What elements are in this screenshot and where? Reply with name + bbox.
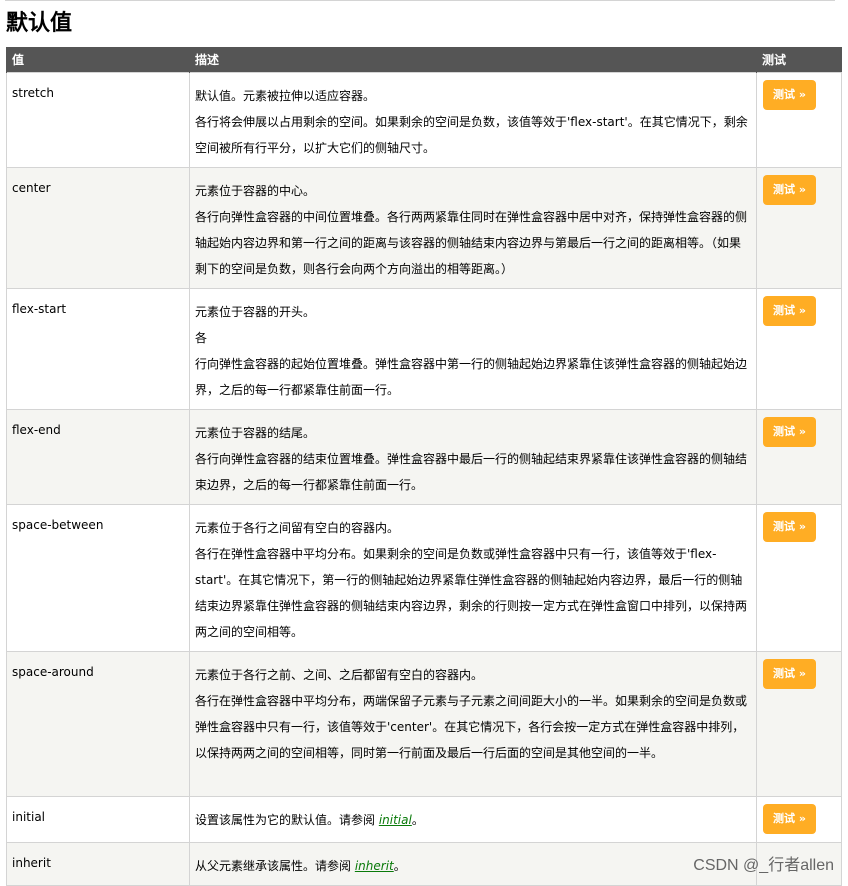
description-text-end: 。 [411, 813, 424, 827]
try-it-button[interactable]: 测试 » [763, 296, 816, 326]
description-cell: 默认值。元素被拉伸以适应容器。 各行将会伸展以占用剩余的空间。如果剩余的空间是负… [189, 72, 757, 168]
value-cell: flex-end [6, 409, 190, 505]
description-line: 各行在弹性盒容器中平均分布。如果剩余的空间是负数或弹性盒容器中只有一行，该值等效… [195, 547, 748, 639]
header-test: 测试 [756, 47, 842, 73]
description-cell: 从父元素继承该属性。请参阅 inherit。 [189, 842, 757, 886]
table-row: center 元素位于容器的中心。 各行向弹性盒容器的中间位置堆叠。各行两两紧靠… [6, 167, 842, 289]
description-line: 元素位于容器的开头。 [195, 305, 316, 319]
header-description: 描述 [189, 47, 757, 73]
description-cell: 元素位于容器的中心。 各行向弹性盒容器的中间位置堆叠。各行两两紧靠住同时在弹性盒… [189, 167, 757, 289]
description-line: 默认值。元素被拉伸以适应容器。 [195, 89, 376, 103]
try-it-button[interactable]: 测试 » [763, 659, 816, 689]
test-cell: 测试 » [756, 504, 842, 652]
description-line: 元素位于容器的中心。 [195, 184, 316, 198]
initial-link[interactable]: initial [379, 813, 412, 827]
description-line: 各行向弹性盒容器的结束位置堆叠。弹性盒容器中最后一行的侧轴起结束界紧靠住该弹性盒… [195, 452, 748, 492]
value-cell: space-between [6, 504, 190, 652]
description-line: 元素位于各行之前、之间、之后都留有空白的容器内。 [195, 668, 484, 682]
value-cell: stretch [6, 72, 190, 168]
description-line: 各行将会伸展以占用剩余的空间。如果剩余的空间是负数，该值等效于'flex-sta… [195, 115, 748, 155]
test-cell: 测试 » [756, 167, 842, 289]
try-it-button[interactable]: 测试 » [763, 512, 816, 542]
try-it-button[interactable]: 测试 » [763, 80, 816, 110]
table-row: flex-start 元素位于容器的开头。 各 行向弹性盒容器的起始位置堆叠。弹… [6, 288, 842, 410]
value-cell: center [6, 167, 190, 289]
table-row: space-around 元素位于各行之前、之间、之后都留有空白的容器内。 各行… [6, 651, 842, 797]
property-values-table: 值 描述 测试 stretch 默认值。元素被拉伸以适应容器。 各行将会伸展以占… [6, 47, 842, 886]
test-cell: 测试 » [756, 72, 842, 168]
description-line: 元素位于容器的结尾。 [195, 426, 316, 440]
try-it-button[interactable]: 测试 » [763, 417, 816, 447]
description-cell: 设置该属性为它的默认值。请参阅 initial。 [189, 796, 757, 843]
header-value: 值 [6, 47, 190, 73]
description-cell: 元素位于容器的开头。 各 行向弹性盒容器的起始位置堆叠。弹性盒容器中第一行的侧轴… [189, 288, 757, 410]
test-cell: 测试 » [756, 409, 842, 505]
table-row: flex-end 元素位于容器的结尾。 各行向弹性盒容器的结束位置堆叠。弹性盒容… [6, 409, 842, 505]
table-row: stretch 默认值。元素被拉伸以适应容器。 各行将会伸展以占用剩余的空间。如… [6, 72, 842, 168]
value-cell: space-around [6, 651, 190, 797]
section-title: 默认值 [6, 11, 73, 36]
table-header-row: 值 描述 测试 [6, 47, 842, 73]
description-text: 从父元素继承该属性。请参阅 [195, 859, 355, 873]
watermark: CSDN @_行者allen [693, 857, 834, 874]
description-cell: 元素位于容器的结尾。 各行向弹性盒容器的结束位置堆叠。弹性盒容器中最后一行的侧轴… [189, 409, 757, 505]
description-line: 各行在弹性盒容器中平均分布，两端保留子元素与子元素之间间距大小的一半。如果剩余的… [195, 694, 748, 760]
description-cell: 元素位于各行之间留有空白的容器内。 各行在弹性盒容器中平均分布。如果剩余的空间是… [189, 504, 757, 652]
description-line: 各行向弹性盒容器的中间位置堆叠。各行两两紧靠住同时在弹性盒容器中居中对齐，保持弹… [195, 210, 748, 276]
value-cell: flex-start [6, 288, 190, 410]
value-cell: inherit [6, 842, 190, 886]
try-it-button[interactable]: 测试 » [763, 175, 816, 205]
description-cell: 元素位于各行之前、之间、之后都留有空白的容器内。 各行在弹性盒容器中平均分布，两… [189, 651, 757, 797]
description-line: 行向弹性盒容器的起始位置堆叠。弹性盒容器中第一行的侧轴起始边界紧靠住该弹性盒容器… [195, 357, 748, 397]
description-line: 元素位于各行之间留有空白的容器内。 [195, 521, 400, 535]
table-row: space-between 元素位于各行之间留有空白的容器内。 各行在弹性盒容器… [6, 504, 842, 652]
description-line: 各 [195, 331, 208, 345]
table-row: initial 设置该属性为它的默认值。请参阅 initial。 测试 » [6, 796, 842, 843]
test-cell: 测试 » [756, 796, 842, 843]
inherit-link[interactable]: inherit [355, 859, 394, 873]
description-text-end: 。 [393, 859, 406, 873]
value-cell: initial [6, 796, 190, 843]
test-cell: 测试 » [756, 651, 842, 797]
description-text: 设置该属性为它的默认值。请参阅 [195, 813, 379, 827]
try-it-button[interactable]: 测试 » [763, 804, 816, 834]
top-divider [5, 0, 835, 1]
test-cell: 测试 » [756, 288, 842, 410]
